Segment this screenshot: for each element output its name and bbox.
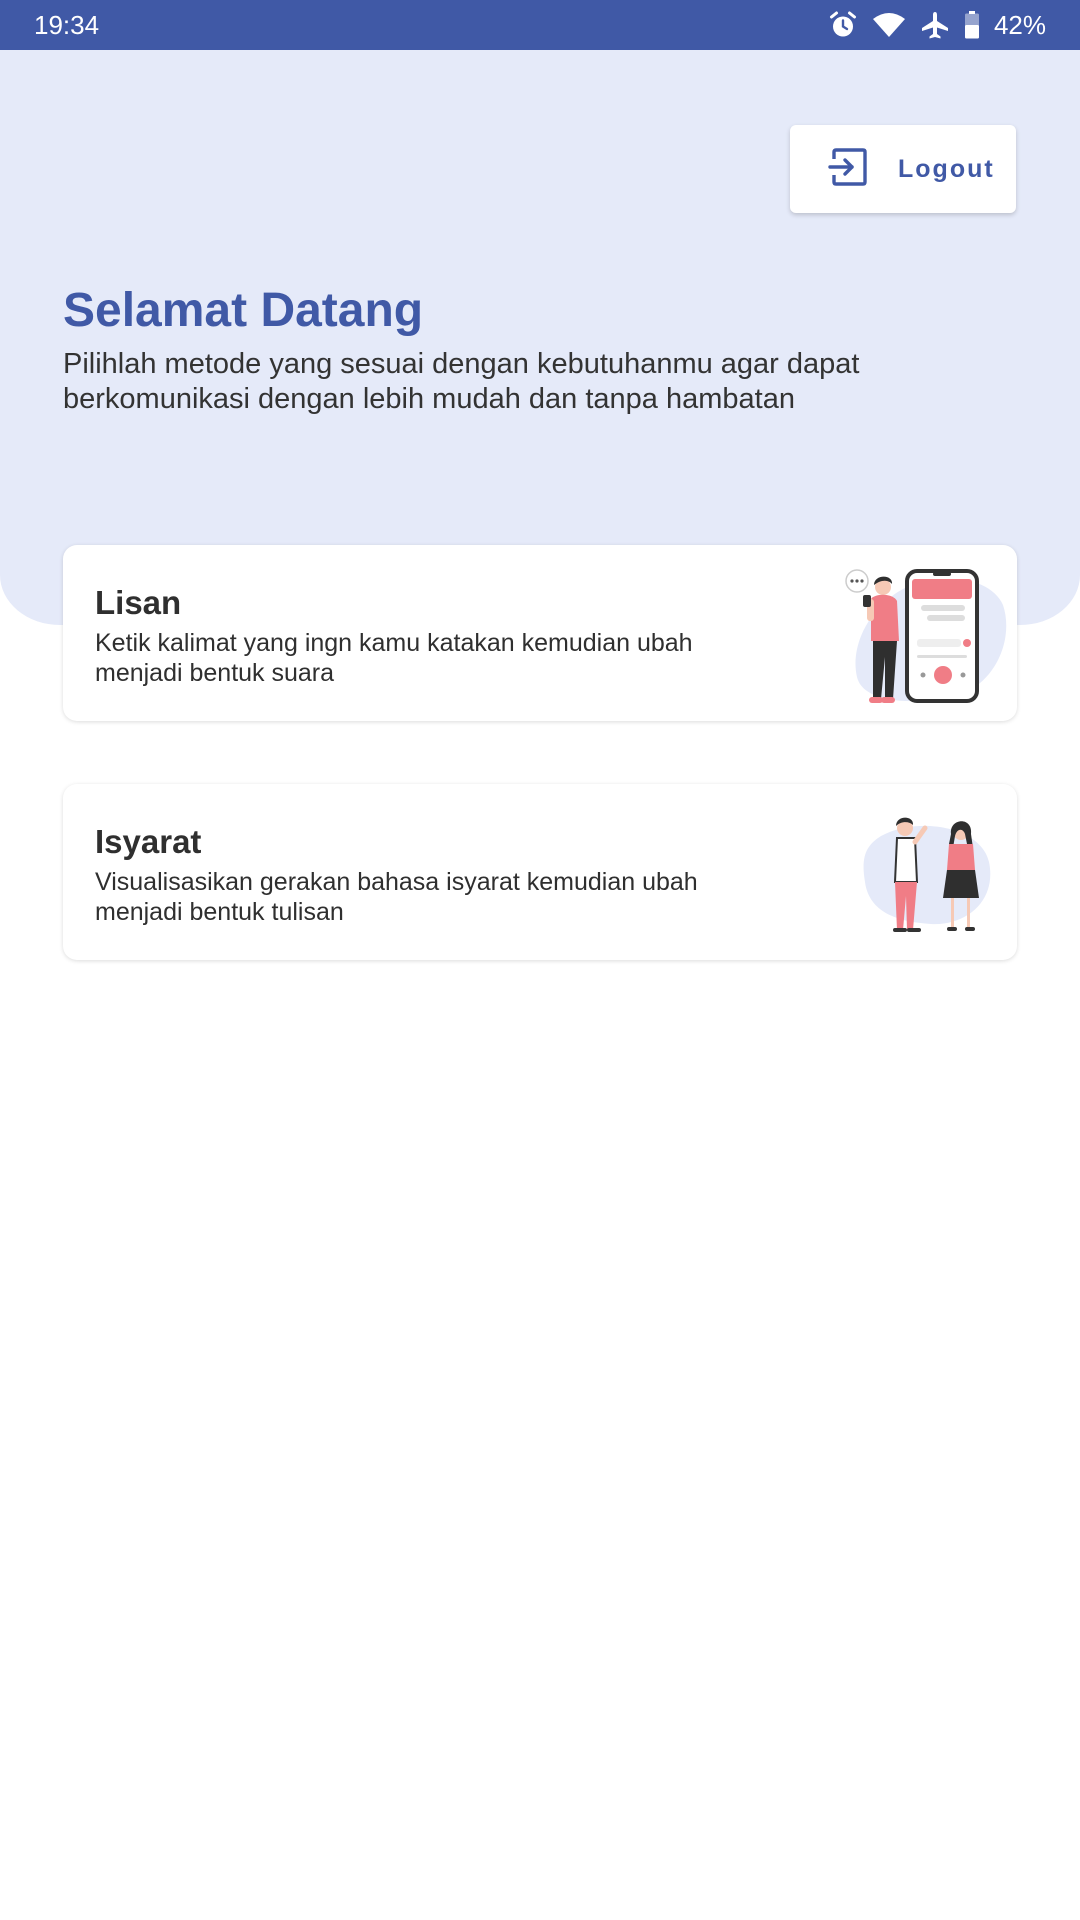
status-time: 19:34 [34, 10, 100, 40]
isyarat-card-description: Visualisasikan gerakan bahasa isyarat ke… [95, 868, 698, 926]
airplane-icon [920, 10, 950, 40]
two-people-talking-illustration [863, 817, 991, 932]
logout-label: Logout [898, 154, 995, 183]
page-subtitle: Pilihlah metode yang sesuai dengan kebut… [63, 348, 860, 415]
battery-icon [964, 10, 980, 40]
status-bar: 19:34 42% [0, 0, 1080, 50]
isyarat-card-title: Isyarat [95, 823, 202, 860]
lisan-card[interactable]: Lisan Ketik kalimat yang ingn kamu katak… [63, 545, 1017, 721]
alarm-icon [828, 10, 858, 40]
battery-percentage: 42% [993, 10, 1046, 40]
isyarat-card[interactable]: Isyarat Visualisasikan gerakan bahasa is… [63, 784, 1017, 960]
status-icons: 42% [828, 8, 1046, 42]
logout-icon [828, 147, 868, 192]
page-title: Selamat Datang [63, 284, 424, 337]
logout-button[interactable]: Logout [790, 125, 1016, 213]
lisan-card-title: Lisan [95, 584, 182, 621]
wifi-icon [872, 10, 906, 40]
person-with-phone-illustration [845, 569, 1007, 703]
lisan-card-description: Ketik kalimat yang ingn kamu katakan kem… [95, 629, 693, 687]
